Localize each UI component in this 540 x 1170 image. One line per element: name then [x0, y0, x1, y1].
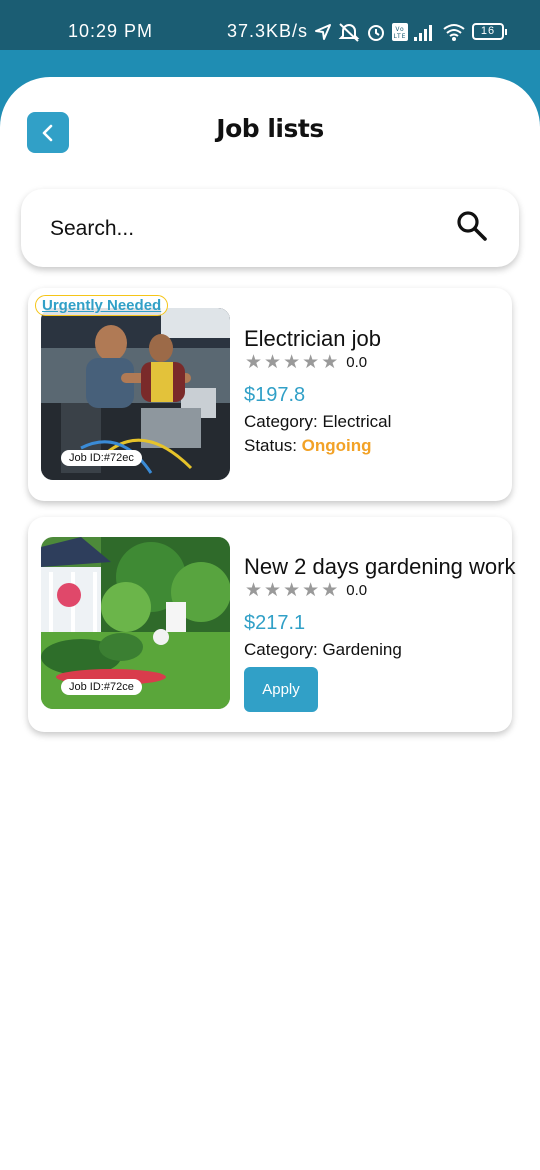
status-icons: 37.3KB/s Vo LTE 16 — [227, 21, 508, 42]
star-icon: ★ — [264, 580, 282, 601]
battery-icon: 16 — [472, 23, 508, 40]
apply-button[interactable]: Apply — [244, 667, 318, 712]
star-icon: ★ — [264, 352, 282, 373]
job-image: Job ID:#72ce — [41, 537, 230, 709]
job-id-badge: Job ID:#72ce — [61, 679, 142, 695]
status-value: Ongoing — [301, 436, 372, 455]
network-speed: 37.3KB/s — [227, 21, 309, 41]
star-icon: ★ — [245, 352, 263, 373]
battery-level: 16 — [472, 23, 505, 40]
status-label: Status: — [244, 436, 302, 455]
alarm-icon — [368, 24, 385, 41]
wifi-icon — [443, 23, 465, 41]
star-icon: ★ — [245, 580, 263, 601]
category-label: Category: — [244, 640, 323, 659]
svg-text:LTE: LTE — [394, 33, 407, 40]
search-bar[interactable] — [21, 189, 519, 267]
star-icon: ★ — [321, 580, 339, 601]
star-icon: ★ — [302, 352, 320, 373]
star-rating: ★ ★ ★ ★ ★ 0.0 — [245, 581, 367, 600]
job-category: Category: Electrical — [244, 412, 391, 432]
volte-icon: VoLTE — [392, 22, 409, 41]
job-title: Electrician job — [244, 326, 381, 351]
star-icon: ★ — [302, 580, 320, 601]
job-price: $197.8 — [244, 384, 306, 406]
star-icon: ★ — [283, 352, 301, 373]
job-card[interactable]: Job ID:#72ec Urgently Needed Electrician… — [28, 288, 512, 501]
urgent-badge: Urgently Needed — [35, 295, 169, 316]
category-label: Category: — [244, 412, 323, 431]
location-arrow-icon — [315, 23, 332, 40]
job-card[interactable]: Job ID:#72ce New 2 days gardening work ★… — [28, 517, 516, 732]
job-price: $217.1 — [244, 612, 306, 634]
search-input[interactable] — [48, 209, 432, 249]
svg-text:Vo: Vo — [395, 26, 404, 33]
rating-value: 0.0 — [346, 354, 368, 371]
job-id-badge: Job ID:#72ec — [61, 450, 142, 466]
star-rating: ★ ★ ★ ★ ★ 0.0 — [245, 353, 367, 372]
search-icon[interactable] — [455, 209, 489, 243]
category-value: Gardening — [322, 640, 402, 659]
job-status: Status: Ongoing — [244, 436, 372, 456]
category-value: Electrical — [322, 412, 392, 431]
mute-icon — [338, 22, 360, 42]
signal-icon — [414, 24, 433, 41]
job-image: Job ID:#72ec — [41, 308, 230, 480]
status-time: 10:29 PM — [68, 21, 154, 41]
rating-value: 0.0 — [346, 582, 368, 599]
star-icon: ★ — [321, 352, 339, 373]
star-icon: ★ — [283, 580, 301, 601]
page-title: Job lists — [216, 114, 324, 143]
job-category: Category: Gardening — [244, 640, 402, 660]
job-title: New 2 days gardening work — [244, 554, 516, 579]
